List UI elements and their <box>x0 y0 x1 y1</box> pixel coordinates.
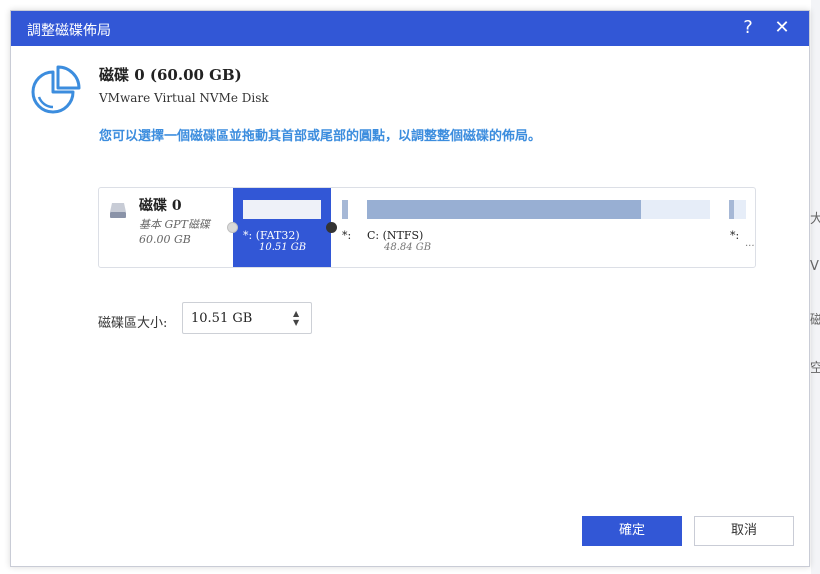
partition-name: *: (FAT32) <box>243 229 300 242</box>
partition-size: 48.84 GB <box>384 242 432 253</box>
partition-size: 10.51 GB <box>259 242 307 253</box>
background-text: 磁 <box>810 313 820 328</box>
background-text: 大 <box>810 212 820 227</box>
dialog-title: 調整磁碟佈局 <box>27 23 111 39</box>
pie-chart-icon <box>31 65 81 114</box>
hard-disk-icon <box>110 203 126 218</box>
background-text: V <box>810 259 819 274</box>
partition-name: *: <box>730 229 740 242</box>
spin-buttons: ▲ ▼ <box>293 309 303 327</box>
background-app-top <box>0 0 820 9</box>
close-icon[interactable]: ✕ <box>770 16 794 40</box>
resize-disk-dialog: 調整磁碟佈局 ? ✕ 磁碟 0 (60.00 GB) VMware Virtua… <box>10 10 810 567</box>
disk-name: 磁碟 0 (60.00 GB) <box>99 66 242 84</box>
resize-handle-end[interactable] <box>326 222 337 233</box>
disk-label: 磁碟 0 <box>139 198 182 214</box>
partition-size-label: 磁碟區大小: <box>98 316 168 331</box>
partition-size-stepper[interactable]: 10.51 GB ▲ ▼ <box>182 302 312 334</box>
partition-usage-bar <box>243 200 321 219</box>
disk-type: 基本 GPT磁碟 <box>139 218 211 231</box>
partition-last-bar-bg <box>734 200 746 219</box>
partition-fat32-selected[interactable]: *: (FAT32) 10.51 GB <box>233 188 331 267</box>
help-icon[interactable]: ? <box>736 16 760 40</box>
cancel-button[interactable]: 取消 <box>694 516 794 546</box>
partition-size-value[interactable]: 10.51 GB <box>191 311 252 326</box>
spin-up-icon[interactable]: ▲ <box>293 309 299 318</box>
resize-handle-start[interactable] <box>227 222 238 233</box>
background-text: 空 <box>810 361 820 376</box>
disk-layout-map: 磁碟 0 基本 GPT磁碟 60.00 GB *: (FAT32) 10.51 … <box>98 187 756 268</box>
partition-name: *: <box>342 229 352 242</box>
background-app-strip <box>811 0 820 574</box>
dialog-titlebar: 調整磁碟佈局 ? ✕ <box>11 11 809 46</box>
disk-model: VMware Virtual NVMe Disk <box>99 91 269 105</box>
partition-size: ... <box>745 238 755 249</box>
partition-c-usage-fill <box>367 200 641 219</box>
spin-down-icon[interactable]: ▼ <box>293 318 299 327</box>
disk-size: 60.00 GB <box>139 233 191 246</box>
instruction-text: 您可以選擇一個磁碟區並拖動其首部或尾部的圓點，以調整整個磁碟的佈局。 <box>99 129 542 144</box>
ok-button[interactable]: 確定 <box>582 516 682 546</box>
partition-unallocated-bar[interactable] <box>342 200 348 219</box>
partition-name: C: (NTFS) <box>367 229 424 242</box>
